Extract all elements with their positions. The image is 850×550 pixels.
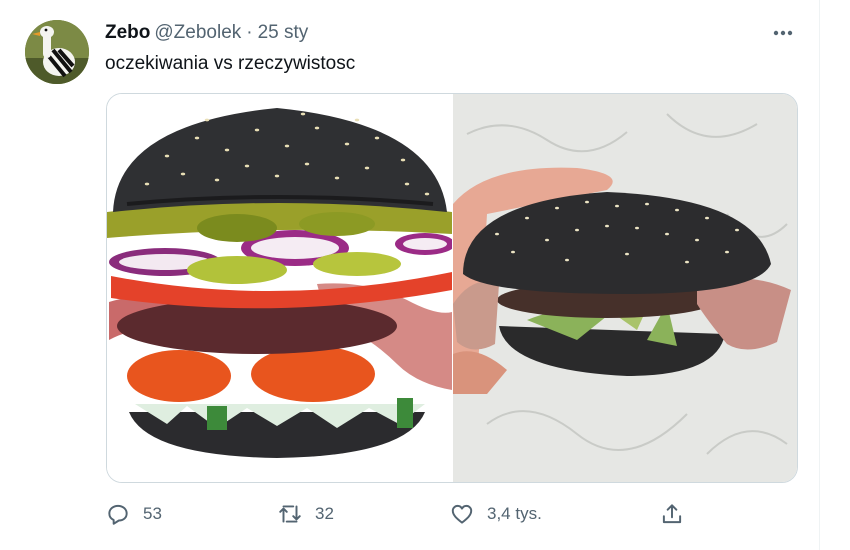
like-button[interactable]: 3,4 tys. xyxy=(449,500,542,528)
tweet-timestamp[interactable]: 25 sty xyxy=(258,22,309,43)
share-icon xyxy=(662,504,682,524)
tweet-header: Zebo @Zebolek · 25 sty xyxy=(105,21,308,45)
tweet-actions: 53 32 3,4 tys. xyxy=(105,500,705,528)
retweet-count: 32 xyxy=(315,504,334,523)
avatar[interactable] xyxy=(25,20,89,84)
retweet-icon xyxy=(279,505,301,523)
tweet[interactable]: Zebo @Zebolek · 25 sty oczekiwania vs rzecz… xyxy=(0,0,818,550)
author-handle[interactable]: @Zebolek xyxy=(154,22,241,43)
right-media-image[interactable] xyxy=(453,94,797,482)
reply-button[interactable]: 53 xyxy=(105,500,162,528)
tweet-text: oczekiwania vs rzeczywistosc xyxy=(105,53,356,74)
timeline-border xyxy=(819,0,820,550)
reply-icon xyxy=(108,504,128,525)
retweet-button[interactable]: 32 xyxy=(277,500,334,528)
author-name[interactable]: Zebo xyxy=(105,22,150,43)
left-media-image[interactable] xyxy=(107,94,455,482)
heart-icon xyxy=(451,504,473,524)
share-button[interactable] xyxy=(659,500,697,528)
more-horizontal-icon xyxy=(773,30,793,36)
tweet-media[interactable] xyxy=(106,93,798,483)
header-separator: · xyxy=(246,22,253,43)
more-options-button[interactable] xyxy=(766,20,800,46)
like-count: 3,4 tys. xyxy=(487,504,542,523)
reply-count: 53 xyxy=(143,504,162,523)
